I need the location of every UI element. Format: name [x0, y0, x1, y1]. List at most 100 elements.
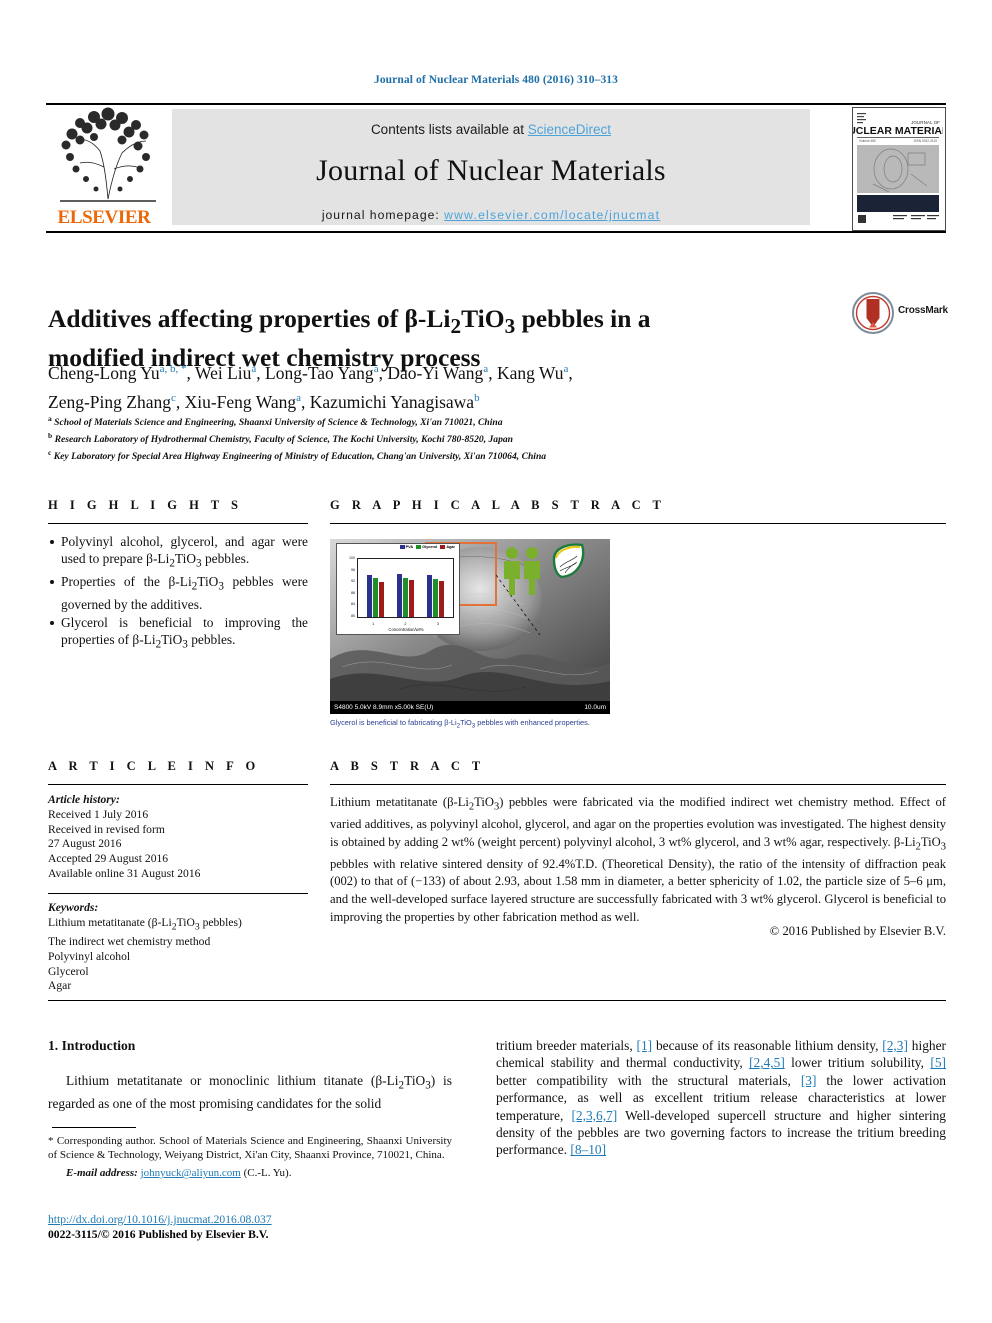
history-line: Received in revised form: [48, 822, 165, 836]
keywords-block: Keywords: Lithium metatitanate (β-Li2TiO…: [48, 901, 308, 994]
running-head: Journal of Nuclear Materials 480 (2016) …: [373, 74, 619, 86]
author-7-marks: a: [296, 391, 302, 404]
contents-line: Contents lists available at ScienceDirec…: [172, 109, 810, 137]
chart-bar-group: [396, 559, 414, 617]
email-suffix: (C.-L. Yu).: [243, 1167, 292, 1179]
author-7: Xiu-Feng Wanga: [184, 391, 302, 412]
sciencedirect-link[interactable]: ScienceDirect: [528, 122, 611, 137]
ytick: 96: [351, 567, 355, 572]
legend-entry: PVA: [399, 545, 414, 549]
citation-ref[interactable]: [2,3]: [882, 1038, 908, 1053]
abstract-text: Lithium metatitanate (β-Li2TiO3) pebbles…: [330, 795, 946, 924]
affiliation-c-text: Key Laboratory for Special Area Highway …: [53, 450, 547, 462]
graphical-abstract-block: Relative density/%T.D. 100 96 92 88 84 8…: [330, 539, 946, 729]
citation-ref[interactable]: [8–10]: [570, 1142, 606, 1157]
email-label: E-mail address:: [66, 1167, 138, 1179]
author-5: Kang Wua: [496, 362, 569, 383]
affiliation-b-mark: b: [48, 430, 53, 440]
affiliation-c: c Key Laboratory for Special Area Highwa…: [48, 447, 848, 464]
sciencedirect-band: Contents lists available at ScienceDirec…: [172, 109, 810, 225]
svg-text:NUCLEAR MATERIALS: NUCLEAR MATERIALS: [853, 125, 943, 137]
svg-text:ISSN 0022-3115: ISSN 0022-3115: [914, 139, 938, 143]
chart-bar-group: [426, 559, 444, 617]
legend-entry: Agar: [440, 545, 455, 549]
chart-yticks: 100 96 92 88 84 80: [339, 556, 355, 618]
citation-ref[interactable]: [2,3,6,7]: [571, 1108, 617, 1123]
author-5-marks: a: [563, 363, 569, 375]
author-2: Wei Liua: [194, 362, 257, 383]
history-line: Accepted 29 August 2016: [48, 852, 169, 866]
journal-masthead: ELSEVIER Contents lists available at Sci…: [46, 103, 946, 233]
body-text: better compatibility with the structural…: [496, 1072, 801, 1088]
xtick: 3: [436, 622, 439, 626]
article-history-label: Article history:: [48, 793, 120, 806]
issn-copyright-line: 0022-3115/© 2016 Published by Elsevier B…: [48, 1228, 269, 1241]
ytick: 88: [351, 590, 355, 595]
journal-title: Journal of Nuclear Materials: [316, 154, 666, 187]
abstract-heading: A B S T R A C T: [330, 759, 485, 773]
chart-plot-area: [357, 558, 454, 618]
sem-label-right: 10.0um: [584, 704, 606, 711]
keyword: Agar: [48, 979, 72, 993]
abstract-copyright: © 2016 Published by Elsevier B.V.: [769, 924, 946, 938]
affiliation-b: b Research Laboratory of Hydrothermal Ch…: [48, 430, 848, 447]
highlight-item: Properties of the β-Li2TiO3 pebbles were…: [48, 573, 308, 613]
crossmark-badge[interactable]: CrossMark: [852, 292, 962, 338]
keyword: Glycerol: [48, 964, 89, 978]
doi-link[interactable]: http://dx.doi.org/10.1016/j.jnucmat.2016…: [48, 1213, 272, 1226]
article-info-rule: [48, 784, 308, 785]
legend-entry: Glycerol: [416, 545, 437, 549]
author-3: Long-Tao Yanga: [265, 362, 379, 383]
author-2-marks: a: [251, 363, 257, 375]
body-separator-rule: [48, 1000, 946, 1001]
affiliation-a: a School of Materials Science and Engine…: [48, 413, 848, 430]
author-3-marks: a: [373, 363, 379, 375]
author-8-marks: b: [474, 391, 480, 404]
graphical-abstract-figure: Relative density/%T.D. 100 96 92 88 84 8…: [330, 539, 610, 714]
author-8: Kazumichi Yanagisawab: [309, 391, 480, 412]
citation-ref[interactable]: [1]: [637, 1038, 653, 1053]
author-6: Zeng-Ping Zhangc: [48, 391, 176, 412]
people-and-leaf-icon: [504, 543, 585, 595]
ytick: 84: [351, 602, 355, 607]
author-1: Cheng-Long Yua, b, *: [48, 362, 187, 383]
keyword: The indirect wet chemistry method: [48, 934, 211, 948]
sem-scale-bar: S4800 5.0kV 8.9mm x5.00k SE(U) 10.0um: [330, 701, 610, 714]
affiliation-c-mark: c: [48, 447, 52, 457]
legend-label: Agar: [446, 545, 455, 549]
crossmark-label: CrossMark: [898, 305, 948, 316]
journal-cover-thumbnail: JOURNAL OF NUCLEAR MATERIALS Volume 480 …: [852, 107, 946, 231]
email-line: E-mail address: johnyuck@aliyun.com (C.-…: [48, 1166, 452, 1180]
history-line: 27 August 2016: [48, 837, 122, 851]
affiliation-list: a School of Materials Science and Engine…: [48, 413, 848, 463]
section-heading-introduction: 1. Introduction: [48, 1038, 136, 1053]
affiliation-a-text: School of Materials Science and Engineer…: [54, 417, 503, 429]
graphical-abstract-rule: [330, 523, 946, 524]
author-list: Cheng-Long Yua, b, *, Wei Liua, Long-Tao…: [48, 362, 573, 412]
citation-ref[interactable]: [5]: [930, 1055, 946, 1070]
elsevier-wordmark: ELSEVIER: [57, 207, 151, 228]
keywords-rule: [48, 893, 308, 894]
citation-ref[interactable]: [2,4,5]: [749, 1055, 785, 1070]
author-4-marks: a: [483, 363, 489, 375]
contents-prefix: Contents lists available at: [370, 122, 528, 137]
body-text: because of its reasonable lithium densit…: [652, 1038, 883, 1053]
highlights-heading: H I G H L I G H T S: [48, 498, 243, 512]
inset-bar-chart: Relative density/%T.D. 100 96 92 88 84 8…: [336, 543, 460, 635]
citation-ref[interactable]: [3]: [801, 1073, 817, 1088]
legend-label: PVA: [405, 545, 414, 549]
legend-label: Glycerol: [422, 545, 438, 549]
doi-block: http://dx.doi.org/10.1016/j.jnucmat.2016…: [48, 1212, 478, 1242]
author-6-marks: c: [170, 391, 176, 404]
history-line: Available online 31 August 2016: [48, 866, 201, 880]
email-link[interactable]: johnyuck@aliyun.com: [141, 1167, 241, 1179]
corresponding-author-note: * Corresponding author. School of Materi…: [48, 1135, 452, 1161]
chart-xticks: 1 2 3: [357, 622, 454, 626]
sem-label-left: S4800 5.0kV 8.9mm x5.00k SE(U): [334, 704, 434, 711]
paper-page: Journal of Nuclear Materials 480 (2016) …: [0, 0, 992, 1323]
author-4: Dao-Yi Wanga: [387, 362, 489, 383]
xtick: 2: [404, 622, 407, 626]
author-1-marks: a, b, *: [159, 363, 187, 375]
graphical-abstract-heading: G R A P H I C A L A B S T R A C T: [330, 498, 666, 512]
journal-homepage-link[interactable]: www.elsevier.com/locate/jnucmat: [444, 208, 660, 222]
